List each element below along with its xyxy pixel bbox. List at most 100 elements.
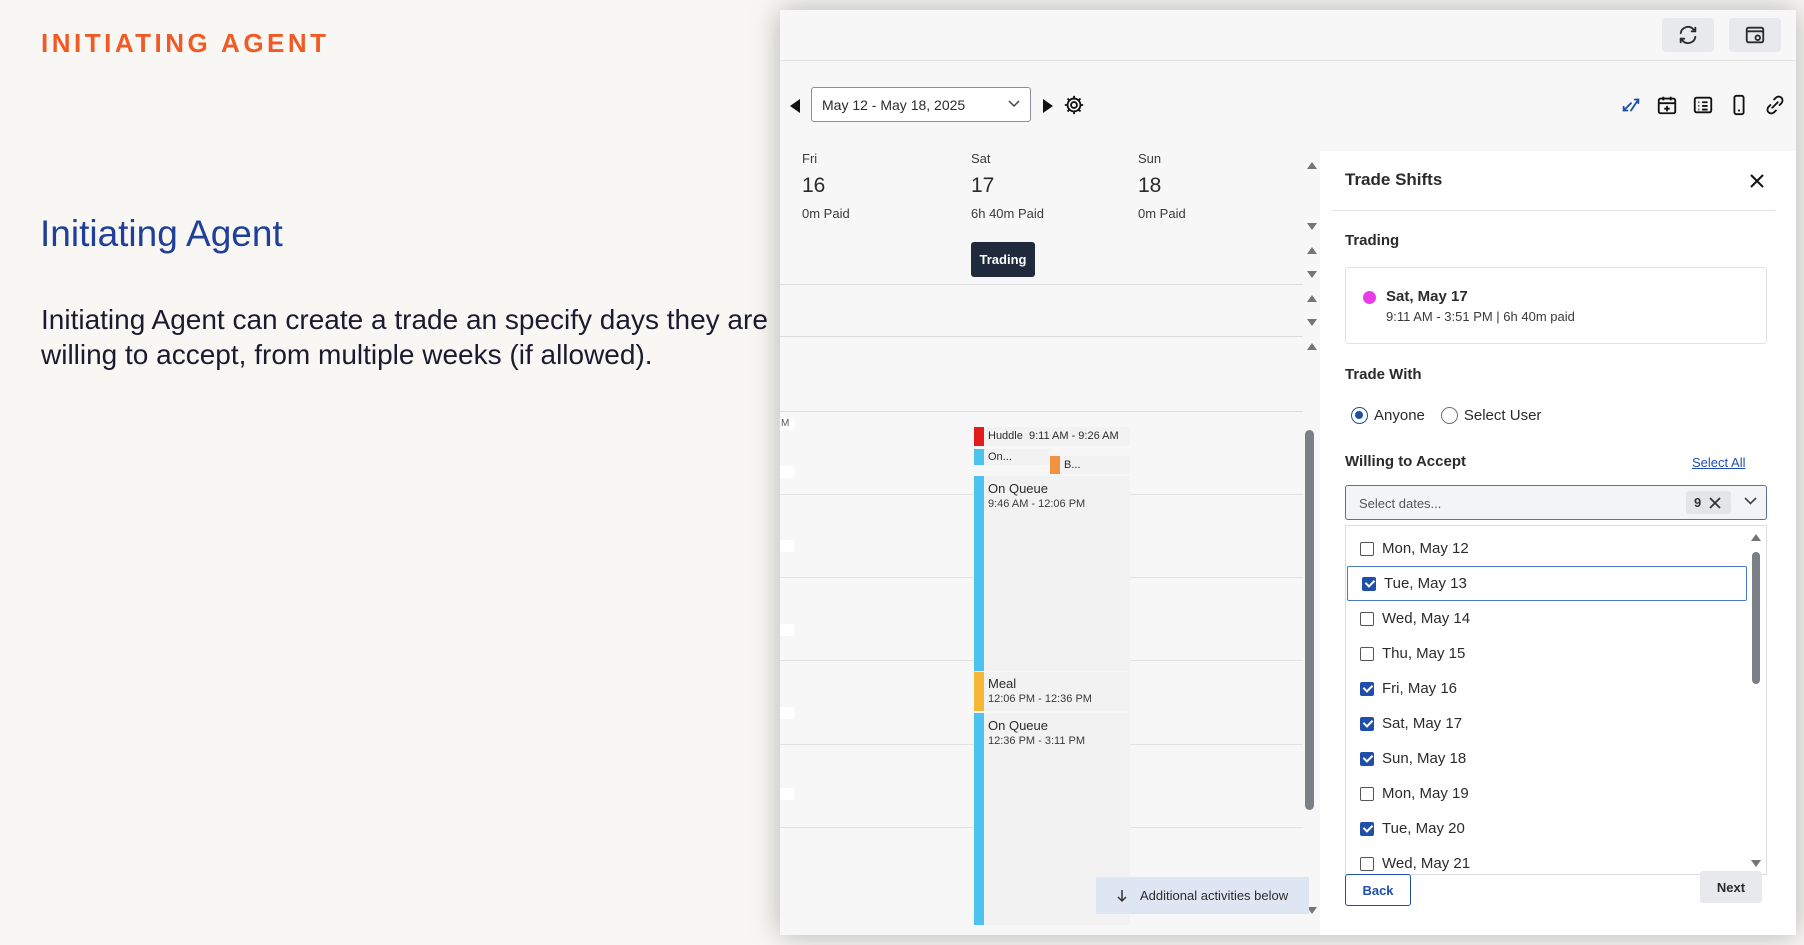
date-option[interactable]: Tue, May 13 — [1347, 566, 1747, 601]
list-icon[interactable] — [1692, 94, 1714, 116]
activity-on-queue-short[interactable]: On... — [974, 449, 1049, 465]
day-name: Sat — [971, 151, 991, 166]
back-button[interactable]: Back — [1345, 874, 1411, 906]
link-icon[interactable] — [1764, 94, 1786, 116]
date-option-label: Wed, May 21 — [1382, 855, 1471, 872]
date-option-label: Wed, May 14 — [1382, 610, 1471, 627]
radio-anyone[interactable]: Anyone — [1351, 407, 1425, 424]
activity-color-bar — [974, 449, 984, 465]
scroll-up-icon[interactable] — [1307, 295, 1317, 302]
radio-indicator — [1351, 407, 1368, 424]
checkbox[interactable] — [1360, 751, 1374, 766]
window-settings-button[interactable] — [1729, 18, 1781, 52]
select-all-link[interactable]: Select All — [1692, 455, 1745, 470]
activity-break[interactable]: B... — [1050, 456, 1130, 474]
chevron-down-icon[interactable] — [1744, 497, 1757, 505]
date-option[interactable]: Wed, May 21 — [1346, 846, 1748, 874]
scroll-up-icon[interactable] — [1307, 162, 1317, 169]
time-tick — [780, 540, 794, 552]
activity-time: 9:46 AM - 12:06 PM — [988, 498, 1086, 510]
radio-indicator — [1440, 407, 1458, 424]
shift-day: Sat, May 17 — [1386, 288, 1468, 305]
activity-name: On Queue — [988, 481, 1048, 496]
date-range-picker[interactable]: May 12 - May 18, 2025 — [811, 87, 1031, 122]
trading-badge[interactable]: Trading — [971, 242, 1035, 277]
additional-activities-banner[interactable]: Additional activities below — [1096, 877, 1309, 914]
scroll-down-icon[interactable] — [1751, 860, 1761, 867]
trade-shifts-panel: Trade Shifts Trading Sat, May 17 9:11 AM… — [1320, 151, 1796, 935]
selected-count: 9 — [1694, 495, 1702, 510]
activity-time: 12:36 PM - 3:11 PM — [988, 735, 1086, 747]
date-option[interactable]: Wed, May 14 — [1346, 601, 1748, 636]
refresh-button[interactable] — [1662, 18, 1714, 52]
calendar-add-icon[interactable] — [1656, 94, 1678, 116]
activity-name: Meal — [988, 676, 1017, 691]
scroll-down-icon[interactable] — [1307, 223, 1317, 230]
activity-label: On... — [988, 451, 1012, 463]
checkbox[interactable] — [1362, 576, 1376, 591]
checkbox[interactable] — [1360, 821, 1374, 836]
activity-meal[interactable]: Meal 12:06 PM - 12:36 PM — [974, 672, 1130, 711]
window-settings-icon — [1745, 26, 1765, 44]
next-week-button[interactable] — [1041, 98, 1055, 114]
date-option-label: Tue, May 13 — [1384, 575, 1467, 592]
trade-with-options: Anyone Select User — [1351, 407, 1541, 424]
calendar-scrollbar[interactable] — [1305, 430, 1314, 810]
checkbox[interactable] — [1360, 611, 1374, 626]
dropdown-scrollbar[interactable] — [1752, 552, 1760, 684]
schedule-app-window: May 12 - May 18, 2025 Fri 16 0m Paid Sat… — [780, 10, 1796, 935]
date-option-label: Sun, May 18 — [1382, 750, 1467, 767]
slide-eyebrow: INITIATING AGENT — [41, 28, 330, 58]
next-button[interactable]: Next — [1700, 871, 1762, 903]
checkbox[interactable] — [1360, 681, 1374, 696]
view-toolbar — [1620, 94, 1786, 116]
day-header-sun: Sun 18 0m Paid — [1138, 151, 1186, 221]
activity-label: Huddle 9:11 AM - 9:26 AM — [988, 430, 1119, 442]
checkbox[interactable] — [1360, 716, 1374, 731]
day-name: Fri — [802, 151, 818, 166]
trading-label: Trading — [1345, 232, 1400, 249]
checkbox[interactable] — [1360, 856, 1374, 871]
checkbox[interactable] — [1360, 541, 1374, 556]
date-option[interactable]: Mon, May 12 — [1346, 531, 1748, 566]
dates-multiselect[interactable]: Select dates... 9 — [1345, 485, 1767, 520]
scroll-up-icon[interactable] — [1307, 343, 1317, 350]
day-name: Sun — [1138, 151, 1162, 166]
scroll-down-icon[interactable] — [1307, 319, 1317, 326]
scroll-down-icon[interactable] — [1307, 271, 1317, 278]
date-option-label: Mon, May 12 — [1382, 540, 1469, 557]
previous-week-button[interactable] — [788, 98, 802, 114]
scroll-up-icon[interactable] — [1307, 247, 1317, 254]
scroll-up-icon[interactable] — [1751, 534, 1761, 541]
arrow-down-icon — [1117, 889, 1127, 902]
checkbox[interactable] — [1360, 786, 1374, 801]
refresh-icon — [1679, 26, 1697, 44]
date-option[interactable]: Fri, May 16 — [1346, 671, 1748, 706]
clear-icon[interactable] — [1709, 496, 1721, 509]
time-label-partial: M — [780, 418, 794, 430]
radio-label: Select User — [1463, 407, 1542, 424]
date-option[interactable]: Thu, May 15 — [1346, 636, 1748, 671]
date-option[interactable]: Tue, May 20 — [1346, 811, 1748, 846]
day-number: 17 — [971, 174, 995, 197]
date-option[interactable]: Sat, May 17 — [1346, 706, 1748, 741]
selected-count-chip[interactable]: 9 — [1686, 491, 1731, 514]
shift-time: 9:11 AM - 3:51 PM | 6h 40m paid — [1386, 309, 1575, 324]
day-number: 18 — [1138, 174, 1162, 197]
date-range-value: May 12 - May 18, 2025 — [822, 97, 966, 113]
gear-icon[interactable] — [1063, 94, 1085, 116]
mobile-icon[interactable] — [1728, 94, 1750, 116]
radio-select-user[interactable]: Select User — [1440, 407, 1542, 424]
activity-huddle[interactable]: Huddle 9:11 AM - 9:26 AM — [974, 427, 1130, 446]
trade-shifts-icon[interactable] — [1620, 94, 1642, 116]
day-header-fri: Fri 16 0m Paid — [802, 151, 850, 221]
day-header-sat: Sat 17 6h 40m Paid — [971, 151, 1044, 221]
divider — [1332, 210, 1775, 211]
date-option[interactable]: Sun, May 18 — [1346, 741, 1748, 776]
date-option[interactable]: Mon, May 19 — [1346, 776, 1748, 811]
checkbox[interactable] — [1360, 646, 1374, 661]
activity-time: 12:06 PM - 12:36 PM — [988, 693, 1092, 705]
date-option-label: Tue, May 20 — [1382, 820, 1465, 837]
close-icon[interactable] — [1749, 173, 1765, 189]
activity-on-queue[interactable]: On Queue 9:46 AM - 12:06 PM — [974, 476, 1130, 671]
